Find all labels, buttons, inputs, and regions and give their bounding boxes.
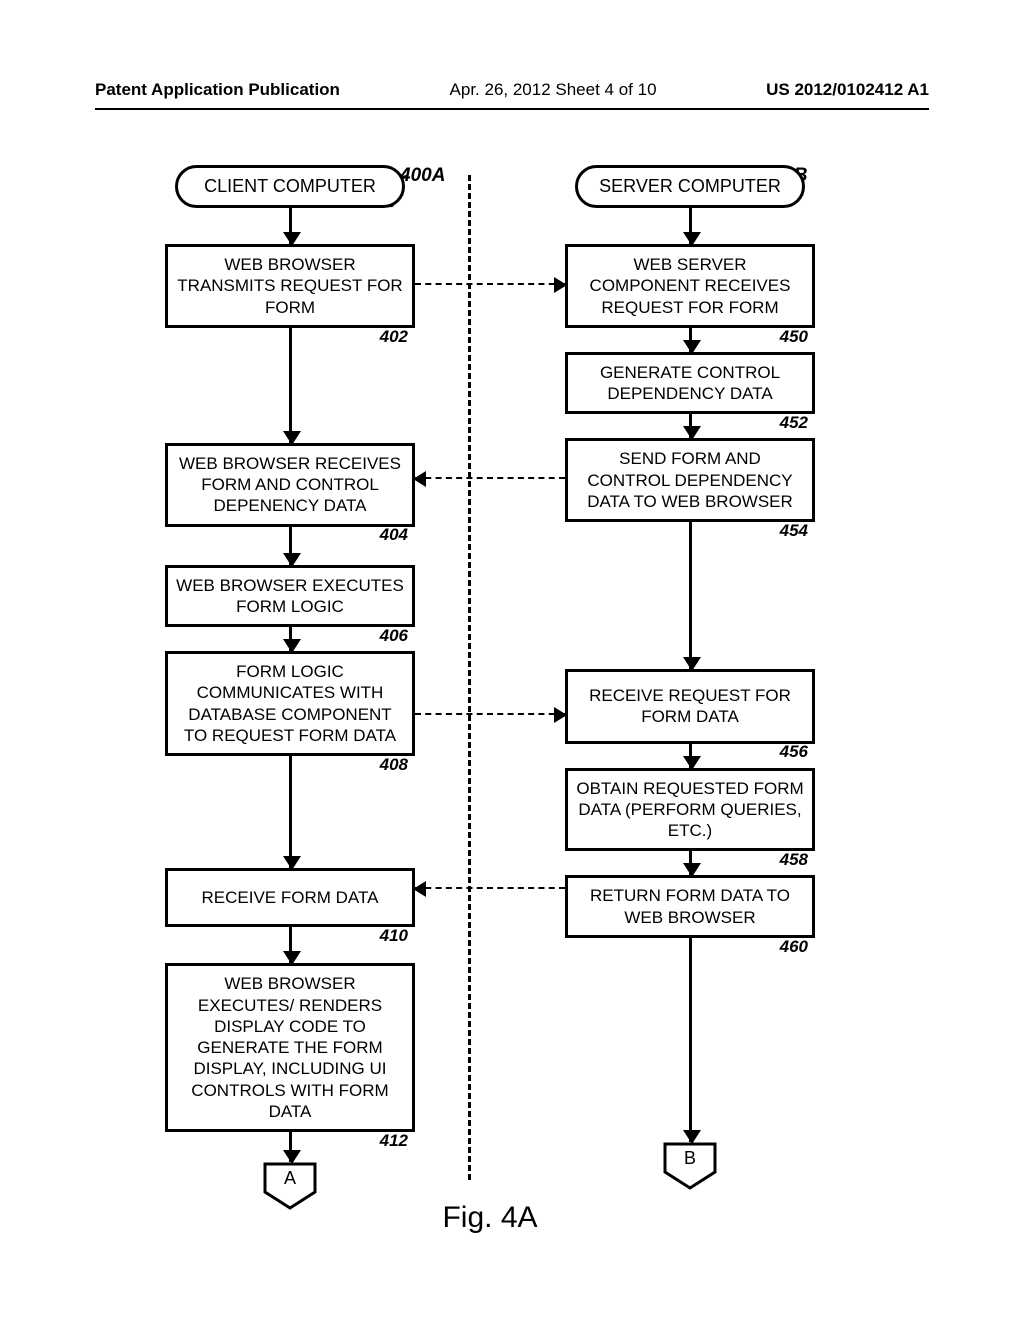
step-406: WEB BROWSER EXECUTES FORM LOGIC 406 bbox=[165, 565, 415, 628]
step-text: OBTAIN REQUESTED FORM DATA (PERFORM QUER… bbox=[576, 779, 803, 841]
step-text: WEB BROWSER TRANSMITS REQUEST FOR FORM bbox=[177, 255, 402, 317]
header-mid: Apr. 26, 2012 Sheet 4 of 10 bbox=[450, 80, 657, 100]
step-text: GENERATE CONTROL DEPENDENCY DATA bbox=[600, 363, 780, 403]
arrow-v bbox=[689, 851, 692, 875]
step-text: WEB BROWSER RECEIVES FORM AND CONTROL DE… bbox=[179, 454, 401, 516]
arrow-v bbox=[289, 527, 292, 565]
header-rule bbox=[95, 108, 929, 110]
step-text: RECEIVE FORM DATA bbox=[202, 888, 379, 907]
step-text: RECEIVE REQUEST FOR FORM DATA bbox=[589, 686, 791, 726]
ref-label: 460 bbox=[780, 936, 808, 957]
arrow-v bbox=[289, 1132, 292, 1162]
swimlane-client: CLIENT COMPUTER WEB BROWSER TRANSMITS RE… bbox=[140, 165, 440, 1210]
step-text: FORM LOGIC COMMUNICATES WITH DATABASE CO… bbox=[184, 662, 396, 745]
swimlane-server: SERVER COMPUTER WEB SERVER COMPONENT REC… bbox=[540, 165, 840, 1190]
offpage-b: B bbox=[663, 1142, 717, 1190]
step-text: SEND FORM AND CONTROL DEPENDENCY DATA TO… bbox=[587, 449, 793, 511]
step-412: WEB BROWSER EXECUTES/ RENDERS DISPLAY CO… bbox=[165, 963, 415, 1132]
step-460: RETURN FORM DATA TO WEB BROWSER 460 bbox=[565, 875, 815, 938]
crosslink-408-456 bbox=[415, 713, 565, 715]
step-text: WEB SERVER COMPONENT RECEIVES REQUEST FO… bbox=[590, 255, 791, 317]
offpage-label: A bbox=[284, 1168, 296, 1188]
crosslink-454-404 bbox=[415, 477, 565, 479]
arrow-v bbox=[689, 522, 692, 669]
page-header: Patent Application Publication Apr. 26, … bbox=[0, 80, 1024, 100]
terminator-server: SERVER COMPUTER bbox=[575, 165, 805, 208]
crosslink-402-450 bbox=[415, 283, 565, 285]
swimlane-divider bbox=[468, 175, 471, 1180]
ref-label: 408 bbox=[380, 754, 408, 775]
step-410: RECEIVE FORM DATA 410 bbox=[165, 868, 415, 927]
header-left: Patent Application Publication bbox=[95, 80, 340, 100]
arrow-v bbox=[689, 414, 692, 438]
step-454: SEND FORM AND CONTROL DEPENDENCY DATA TO… bbox=[565, 438, 815, 522]
step-452: GENERATE CONTROL DEPENDENCY DATA 452 bbox=[565, 352, 815, 415]
step-text: RETURN FORM DATA TO WEB BROWSER bbox=[590, 886, 790, 926]
arrow-v bbox=[689, 328, 692, 352]
ref-label: 456 bbox=[780, 741, 808, 762]
step-456: RECEIVE REQUEST FOR FORM DATA 456 bbox=[565, 669, 815, 744]
arrow-v bbox=[289, 328, 292, 443]
ref-label: 454 bbox=[780, 520, 808, 541]
arrow-v bbox=[689, 744, 692, 768]
crosslink-460-410 bbox=[415, 887, 565, 889]
terminator-client: CLIENT COMPUTER bbox=[175, 165, 405, 208]
offpage-label: B bbox=[684, 1148, 696, 1168]
ref-label: 406 bbox=[380, 625, 408, 646]
arrow-v bbox=[289, 756, 292, 868]
ref-label: 458 bbox=[780, 849, 808, 870]
arrow-v bbox=[689, 208, 692, 244]
header-right: US 2012/0102412 A1 bbox=[766, 80, 929, 100]
step-458: OBTAIN REQUESTED FORM DATA (PERFORM QUER… bbox=[565, 768, 815, 852]
arrow-v bbox=[689, 938, 692, 1142]
ref-label: 452 bbox=[780, 412, 808, 433]
arrow-v bbox=[289, 627, 292, 651]
ref-label: 450 bbox=[780, 326, 808, 347]
step-404: WEB BROWSER RECEIVES FORM AND CONTROL DE… bbox=[165, 443, 415, 527]
ref-label: 402 bbox=[380, 326, 408, 347]
flowchart: 400A 400B CLIENT COMPUTER WEB BROWSER TR… bbox=[140, 165, 840, 1225]
step-450: WEB SERVER COMPONENT RECEIVES REQUEST FO… bbox=[565, 244, 815, 328]
step-402: WEB BROWSER TRANSMITS REQUEST FOR FORM 4… bbox=[165, 244, 415, 328]
ref-label: 412 bbox=[380, 1130, 408, 1151]
offpage-a: A bbox=[263, 1162, 317, 1210]
step-text: WEB BROWSER EXECUTES FORM LOGIC bbox=[176, 576, 404, 616]
ref-label: 410 bbox=[380, 925, 408, 946]
arrow-v bbox=[289, 927, 292, 963]
figure-caption: Fig. 4A bbox=[442, 1201, 537, 1235]
ref-label: 404 bbox=[380, 524, 408, 545]
arrow-v bbox=[289, 208, 292, 244]
step-text: WEB BROWSER EXECUTES/ RENDERS DISPLAY CO… bbox=[191, 974, 388, 1121]
step-408: FORM LOGIC COMMUNICATES WITH DATABASE CO… bbox=[165, 651, 415, 756]
